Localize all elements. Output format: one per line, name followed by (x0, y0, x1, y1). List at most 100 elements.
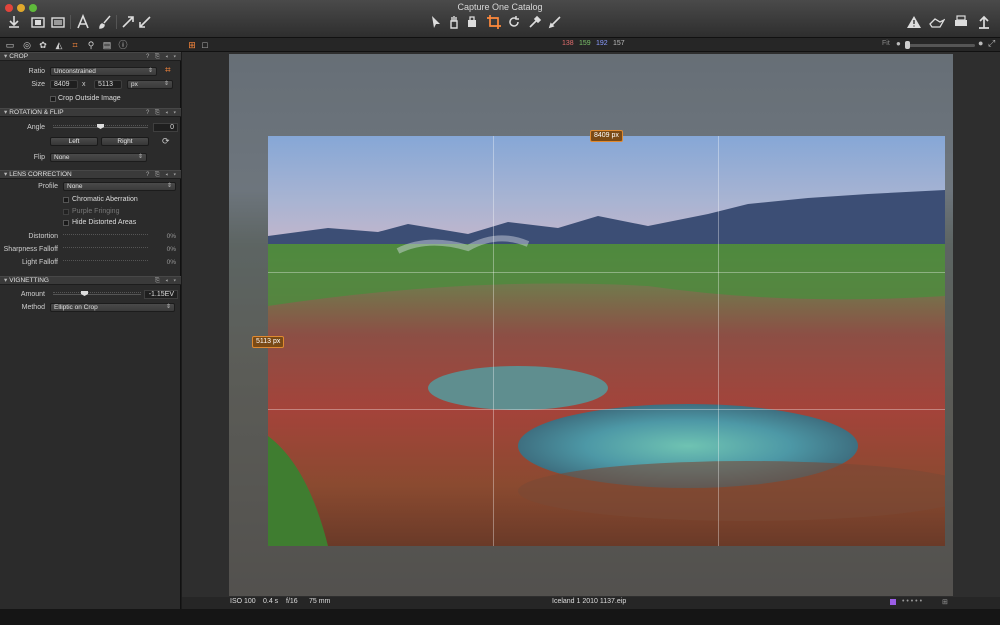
sharpness-slider[interactable] (63, 246, 148, 253)
distortion-slider[interactable] (63, 233, 148, 240)
aperture-value: f/16 (286, 598, 298, 605)
zoom-fit-label: Fit (882, 40, 890, 47)
single-view-icon[interactable]: □ (199, 39, 211, 51)
method-select[interactable]: Elliptic on Crop ⇕ (50, 303, 175, 312)
crop-title: CROP (9, 53, 29, 60)
crop-grid-line (268, 272, 945, 273)
color-tag-icon[interactable] (890, 599, 896, 605)
rotate-icon[interactable] (506, 14, 522, 30)
flip-label: Flip (33, 154, 45, 161)
amount-value[interactable]: -1.15EV (144, 290, 178, 299)
crop-icon[interactable] (486, 14, 502, 30)
angle-label: Angle (27, 124, 45, 131)
flip-select[interactable]: None ⇕ (50, 153, 147, 162)
capture-tab-icon[interactable]: ◎ (21, 39, 33, 51)
rotate-right-button[interactable]: Right (101, 137, 149, 146)
status-bar: ISO 100 0.4 s f/16 75 mm Iceland 1 2010 … (182, 597, 1000, 609)
flip-value: None (54, 154, 70, 161)
composition-tab-icon[interactable]: ⌗ (69, 39, 81, 51)
crop-section-header[interactable]: ▾ CROP ? ⎘ ◂ ▾ (0, 52, 181, 61)
purple-fringing-label: Purple Fringing (72, 208, 120, 215)
straighten-icon[interactable]: ⟳ (162, 136, 170, 147)
metadata-tab-icon[interactable]: ▤ (101, 39, 113, 51)
compare-icon[interactable] (929, 14, 946, 30)
pick-icon[interactable] (120, 14, 136, 30)
method-value: Elliptic on Crop (54, 304, 98, 311)
shutter-value: 0.4 s (263, 598, 279, 605)
light-falloff-slider[interactable] (63, 259, 148, 266)
crop-width-tag: 8409 px (590, 130, 623, 142)
lens-section-header[interactable]: ▾ LENS CORRECTION ? ⎘ ◂ ▾ (0, 170, 181, 179)
browser-icon[interactable] (50, 14, 66, 30)
color-picker-icon[interactable] (527, 14, 543, 30)
rating-stars[interactable]: • • • • • (902, 598, 922, 605)
crop-height-tag: 5113 px (252, 336, 285, 348)
ratio-select[interactable]: Unconstrained ⇕ (50, 67, 157, 76)
profile-select[interactable]: None ⇕ (63, 182, 176, 191)
export-icon[interactable] (976, 14, 992, 30)
fullscreen-icon[interactable]: ⤢ (988, 38, 995, 49)
vignetting-section-header[interactable]: ▾ VIGNETTING ⎘ ◂ ▾ (0, 276, 181, 285)
zoom-slider[interactable] (905, 44, 975, 47)
hand-pan-icon[interactable] (446, 14, 462, 30)
grid-view-icon[interactable]: ⊞ (186, 39, 198, 51)
file-name: Iceland 1 2010 1137.eip (552, 598, 627, 605)
section-actions-icon[interactable]: ? ⎘ ◂ ▾ (146, 109, 178, 117)
crop-tool-icon[interactable]: ⌗ (165, 65, 171, 76)
unit-select[interactable]: px ⇕ (127, 80, 173, 89)
distortion-label: Distortion (28, 233, 58, 240)
amount-slider[interactable] (53, 291, 141, 298)
amount-label: Amount (20, 291, 45, 298)
size-label: Size (31, 81, 45, 88)
text-tool-icon[interactable] (75, 13, 91, 30)
apply-icon[interactable] (137, 14, 153, 30)
section-actions-icon[interactable]: ? ⎘ ◂ ▾ (146, 171, 178, 179)
print-icon[interactable] (953, 14, 969, 30)
hide-distorted-checkbox[interactable] (63, 220, 69, 226)
zoom-slider-knob[interactable] (905, 41, 910, 49)
vignetting-title: VIGNETTING (9, 277, 49, 284)
tool-tab-bar: ▭ ◎ ✿ ◭ ⌗ ⚲ ▤ ⓘ ⊞ □ 138 159 192 157 Fit … (0, 38, 1000, 52)
lens-title: LENS CORRECTION (9, 171, 72, 178)
capture-icon[interactable] (30, 14, 46, 30)
crop-width-field[interactable]: 8409 (50, 80, 78, 89)
info-tab-icon[interactable]: ⓘ (117, 39, 129, 51)
section-actions-icon[interactable]: ⎘ ◂ ▾ (155, 277, 178, 285)
angle-slider[interactable] (53, 124, 148, 131)
local-adjust-icon[interactable] (547, 14, 563, 30)
crop-outside-checkbox[interactable] (50, 96, 56, 102)
purple-fringing-checkbox (63, 209, 69, 215)
warning-icon[interactable] (906, 14, 922, 30)
brush-icon[interactable] (97, 14, 113, 30)
focal-length-value: 75 mm (309, 598, 331, 605)
ratio-label: Ratio (28, 68, 45, 75)
details-tab-icon[interactable]: ⚲ (85, 39, 97, 51)
exposure-tab-icon[interactable]: ◭ (53, 39, 65, 51)
luminance-value: 157 (613, 40, 625, 47)
import-icon[interactable] (6, 14, 22, 30)
tool-panel: ▾ CROP ? ⎘ ◂ ▾ Ratio Unconstrained ⇕ ⌗ Siz… (0, 52, 181, 625)
crop-height-field[interactable]: 5113 (94, 80, 122, 89)
rgb-blue-value: 192 (596, 40, 608, 47)
library-tab-icon[interactable]: ▭ (4, 39, 16, 51)
bottom-edge (0, 609, 1000, 625)
chromatic-checkbox[interactable] (63, 197, 69, 203)
landscape-photo (268, 136, 945, 546)
distortion-value: 0% (166, 233, 176, 240)
select-cursor-icon[interactable] (428, 14, 444, 30)
color-tab-icon[interactable]: ✿ (37, 39, 49, 51)
angle-value[interactable]: 0 (153, 123, 178, 132)
person-icon: ● (896, 39, 901, 48)
title-bar: Capture One Catalog (0, 0, 1000, 38)
crop-grid-line (268, 409, 945, 410)
section-actions-icon[interactable]: ? ⎘ ◂ ▾ (146, 53, 178, 61)
unit-value: px (131, 81, 138, 88)
rotation-section-header[interactable]: ▾ ROTATION & FLIP ? ⎘ ◂ ▾ (0, 108, 181, 117)
window-title: Capture One Catalog (457, 2, 543, 12)
person-large-icon: ● (978, 38, 984, 48)
chromatic-label: Chromatic Aberration (72, 196, 138, 203)
viewer-settings-icon[interactable]: ⊞ (942, 598, 948, 606)
loupe-icon[interactable] (464, 14, 480, 30)
rotate-left-button[interactable]: Left (50, 137, 98, 146)
cropped-photo[interactable] (268, 136, 945, 546)
